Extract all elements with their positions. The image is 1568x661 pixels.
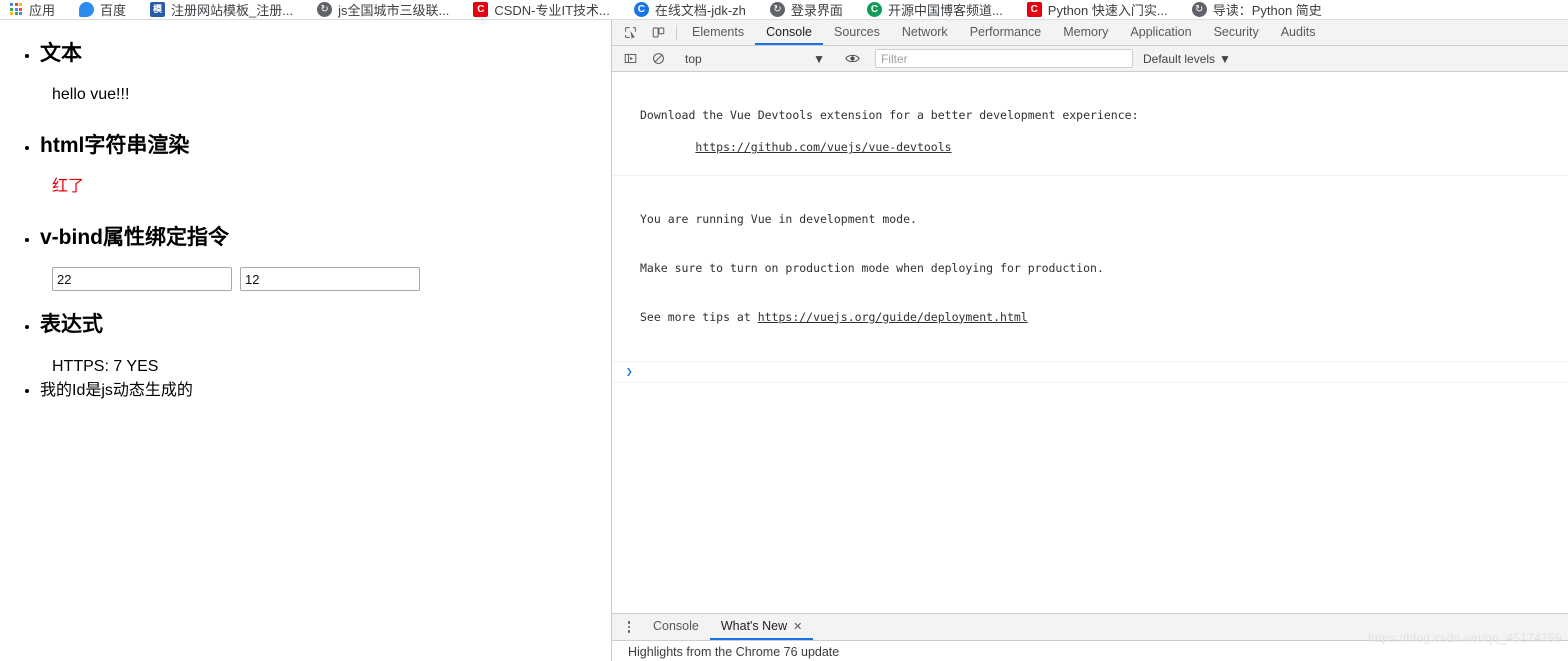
csdn-icon: C [473,2,489,17]
bookmark-item[interactable]: ↻ 导读：Python 简史 [1191,2,1322,18]
chevron-down-icon: ▼ [1219,51,1231,66]
doc-icon: C [633,2,649,17]
drawer-tab-label: Console [653,619,699,633]
bookmark-label: 开源中国博客频道... [887,3,1003,18]
bookmark-label: 应用 [29,3,56,18]
tab-sources[interactable]: Sources [823,20,891,45]
console-message: Download the Vue Devtools extension for … [612,72,1568,176]
console-context-select[interactable]: top ▼ [681,49,829,69]
section-body: HTTPS: 7 YES [52,357,159,375]
more-options-icon[interactable] [616,614,642,640]
section-heading: v-bind属性绑定指令 [40,226,229,250]
bookmark-label: 在线文档-jdk-zh [654,3,746,18]
bound-input-second[interactable] [240,267,420,292]
close-icon[interactable]: ✕ [793,620,802,633]
bookmark-label: 百度 [100,3,127,18]
console-message-line: You are running Vue in development mode. [640,211,917,226]
bookmark-item[interactable]: C 在线文档-jdk-zh [633,2,746,18]
list-item: v-bind属性绑定指令 [40,224,611,251]
section-body: 红了 [52,178,85,196]
browser-viewport: 文本 hello vue!!! html字符串渲染 红了 v-bind属性绑定指… [0,20,1568,661]
tab-application[interactable]: Application [1119,20,1202,45]
console-prompt-row[interactable]: ❯ [612,362,1568,383]
bookmark-bar: 应用 百度 模 注册网站模板_注册... ↻ js全国城市三级联... C CS… [0,0,1568,20]
console-message: You are running Vue in development mode.… [612,176,1568,362]
globe-icon: ↻ [769,2,785,17]
bookmark-item[interactable]: C 开源中国博客频道... [866,2,1003,18]
devtools-panel: Elements Console Sources Network Perform… [612,20,1568,661]
list-item: 表达式 [40,311,611,338]
globe-icon: ↻ [1191,2,1207,17]
bookmark-label: 登录界面 [790,3,843,18]
vue-devtools-link[interactable]: https://github.com/vuejs/vue-devtools [695,140,951,154]
tab-security[interactable]: Security [1203,20,1270,45]
inspect-element-icon[interactable] [616,20,644,45]
drawer-tab-whats-new[interactable]: What's New ✕ [709,614,814,640]
toggle-console-sidebar-icon[interactable] [616,52,644,65]
console-message-text: See more tips at [640,309,758,324]
tab-performance[interactable]: Performance [959,20,1053,45]
bookmark-label: 导读：Python 简史 [1212,3,1322,18]
site-icon: 模 [150,2,166,17]
list-item: 我的Id是js动态生成的 [40,380,611,402]
log-levels-label: Default levels [1143,51,1216,66]
bookmark-item[interactable]: 百度 [79,2,126,17]
bookmark-item[interactable]: 应用 [10,3,56,18]
drawer-tab-console[interactable]: Console [642,614,710,640]
tab-audits[interactable]: Audits [1270,20,1327,45]
dynamic-id-text: 我的Id是js动态生成的 [40,381,193,399]
globe-icon: ↻ [317,2,333,17]
live-expression-eye-icon[interactable] [838,52,866,65]
section-heading: html字符串渲染 [40,134,190,158]
bookmark-item[interactable]: ↻ js全国城市三级联... [317,2,449,17]
whats-new-content: Highlights from the Chrome 76 update [628,645,840,659]
csdn-icon: C [1026,2,1042,17]
devtools-drawer: Console What's New ✕ Highlights from the… [612,613,1568,661]
tab-memory[interactable]: Memory [1052,20,1119,45]
console-filter-bar: top ▼ Default levels ▼ [612,46,1568,72]
vue-deployment-link[interactable]: https://vuejs.org/guide/deployment.html [758,310,1028,324]
chevron-down-icon: ▼ [813,51,825,66]
bookmark-item[interactable]: 模 注册网站模板_注册... [150,2,293,17]
clear-console-icon[interactable] [644,52,672,65]
console-message-line: See more tips at https://vuejs.org/guide… [640,309,1568,325]
apps-grid-icon [10,3,23,16]
web-page-pane: 文本 hello vue!!! html字符串渲染 红了 v-bind属性绑定指… [0,20,612,661]
bookmark-item[interactable]: C CSDN-专业IT技术... [473,2,610,17]
bookmark-item[interactable]: C Python 快速入门实... [1026,2,1168,18]
bound-input-first[interactable] [52,267,232,292]
bookmark-label: 注册网站模板_注册... [171,3,294,18]
drawer-tab-label: What's New [720,619,788,633]
bookmark-item[interactable]: ↻ 登录界面 [769,2,843,18]
devtools-tabbar: Elements Console Sources Network Perform… [612,20,1568,46]
console-message-line: Make sure to turn on production mode whe… [640,260,1104,275]
oschina-icon: C [866,2,882,17]
drawer-tabbar: Console What's New ✕ [612,614,1568,641]
console-filter-input[interactable] [875,49,1133,68]
device-toolbar-icon[interactable] [644,20,672,45]
section-heading: 文本 [40,42,82,65]
bookmark-label: CSDN-专业IT技术... [494,3,610,18]
tab-network[interactable]: Network [891,20,959,45]
console-prompt-arrow: ❯ [626,364,633,378]
list-item: 文本 [40,40,611,67]
bookmark-label: Python 快速入门实... [1047,3,1168,18]
tab-console[interactable]: Console [755,20,823,45]
log-levels-dropdown[interactable]: Default levels ▼ [1143,52,1231,66]
bound-inputs-row [52,267,611,292]
tab-elements[interactable]: Elements [681,20,755,45]
bookmark-label: js全国城市三级联... [338,3,450,18]
section-heading: 表达式 [40,313,103,337]
baidu-icon [79,2,95,17]
toolbar-divider [676,25,677,40]
console-message-line: Download the Vue Devtools extension for … [640,107,1139,122]
list-item: html字符串渲染 [40,132,611,159]
console-context-value: top [685,51,702,66]
section-body: hello vue!!! [52,86,130,104]
page-content-list: 文本 hello vue!!! html字符串渲染 红了 v-bind属性绑定指… [0,40,611,401]
console-message-list[interactable]: Download the Vue Devtools extension for … [612,72,1568,613]
